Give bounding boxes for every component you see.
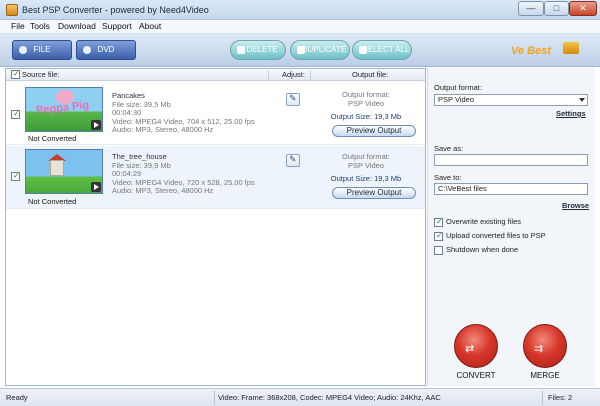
shutdown-label: Shutdown when done bbox=[446, 245, 519, 254]
output-format-selected: PSP Video bbox=[438, 95, 475, 104]
output-format-label: Output format: bbox=[434, 83, 482, 92]
upload-psp-option[interactable]: Upload converted files to PSP bbox=[434, 231, 546, 241]
conversion-status: Not Converted bbox=[28, 134, 77, 143]
output-format-select[interactable]: PSP Video bbox=[434, 94, 588, 106]
adjust-button[interactable] bbox=[286, 154, 300, 167]
save-to-label: Save to: bbox=[434, 173, 462, 182]
title-bar: Best PSP Converter - powered by Need4Vid… bbox=[0, 0, 600, 20]
file-row[interactable]: Not Converted The_tree_house File size: … bbox=[6, 146, 425, 209]
status-media-info: Video: Frame: 368x208, Codec: MPEG4 Vide… bbox=[218, 393, 441, 402]
save-to-input[interactable]: C:\VeBest files bbox=[434, 183, 588, 195]
upload-psp-checkbox[interactable] bbox=[434, 231, 443, 241]
file-meta: The_tree_house File size: 39,9 Mb 00:04:… bbox=[112, 152, 255, 196]
menu-download[interactable]: Download bbox=[56, 21, 98, 31]
dvd-icon bbox=[83, 46, 91, 54]
file-row[interactable]: Peppa Pig Not Converted Pancakes File si… bbox=[6, 82, 425, 145]
settings-panel: Output format: PSP Video Settings Save a… bbox=[427, 68, 595, 386]
menu-support[interactable]: Support bbox=[100, 21, 134, 31]
overwrite-option[interactable]: Overwrite existing files bbox=[434, 217, 521, 227]
menu-bar: File Tools Download Support About bbox=[0, 20, 600, 34]
convert-label: CONVERT bbox=[456, 371, 496, 380]
output-size: Output Size: 19,3 Mb bbox=[330, 112, 402, 121]
browse-link[interactable]: Browse bbox=[562, 201, 589, 210]
select-all-button[interactable]: SELECT ALL bbox=[352, 40, 412, 60]
upload-psp-label: Upload converted files to PSP bbox=[446, 231, 546, 240]
overwrite-checkbox[interactable] bbox=[434, 217, 443, 227]
logo-mark-icon bbox=[563, 42, 579, 54]
file-list: Source file: Adjust: Output file: Peppa … bbox=[5, 68, 426, 386]
thumbnail-title-art: Peppa Pig bbox=[35, 99, 90, 117]
status-separator bbox=[214, 391, 215, 405]
maximize-button[interactable]: □ bbox=[544, 1, 569, 16]
thumbnail-house bbox=[50, 160, 64, 176]
menu-about[interactable]: About bbox=[137, 21, 163, 31]
header-separator bbox=[268, 70, 269, 80]
file-icon bbox=[19, 46, 27, 54]
merge-arrows-icon: ⇉ bbox=[534, 343, 543, 355]
file-audio-info: Audio: MP3, Stereo, 48000 Hz bbox=[112, 125, 214, 134]
window-title: Best PSP Converter - powered by Need4Vid… bbox=[22, 5, 209, 15]
close-button[interactable]: ✕ bbox=[569, 1, 597, 16]
header-output: Output file: bbox=[352, 70, 389, 79]
add-file-button[interactable]: FILE bbox=[12, 40, 72, 60]
shutdown-checkbox[interactable] bbox=[434, 245, 443, 255]
select-all-icon bbox=[359, 46, 367, 54]
merge-button[interactable]: ⇉ bbox=[523, 324, 567, 368]
add-dvd-button[interactable]: DVD bbox=[76, 40, 136, 60]
merge-label: MERGE bbox=[530, 371, 560, 380]
file-meta: Pancakes File size: 39,5 Mb 00:04:30 Vid… bbox=[112, 91, 255, 135]
shutdown-option[interactable]: Shutdown when done bbox=[434, 245, 518, 255]
header-source: Source file: bbox=[22, 70, 60, 79]
header-adjust: Adjust: bbox=[282, 70, 305, 79]
play-icon[interactable] bbox=[91, 182, 101, 192]
output-format-info: Output format: PSP Video bbox=[316, 152, 416, 170]
status-separator bbox=[542, 391, 543, 405]
menu-file[interactable]: File bbox=[9, 21, 27, 31]
video-thumbnail[interactable]: Peppa Pig bbox=[25, 87, 103, 132]
status-bar: Ready Video: Frame: 368x208, Codec: MPEG… bbox=[0, 388, 600, 406]
select-all-checkbox[interactable] bbox=[11, 69, 20, 79]
vebest-logo: Ve Best bbox=[503, 40, 583, 62]
overwrite-label: Overwrite existing files bbox=[446, 217, 522, 226]
video-thumbnail[interactable] bbox=[25, 149, 103, 194]
output-format-value: PSP Video bbox=[347, 160, 384, 170]
app-icon bbox=[6, 4, 18, 16]
convert-arrows-icon: ⇄ bbox=[465, 343, 474, 355]
header-separator bbox=[310, 70, 311, 80]
status-file-count: Files: 2 bbox=[548, 393, 573, 402]
adjust-button[interactable] bbox=[286, 93, 300, 106]
convert-button[interactable]: ⇄ bbox=[454, 324, 498, 368]
row-checkbox[interactable] bbox=[11, 171, 20, 181]
delete-button[interactable]: DELETE bbox=[230, 40, 286, 60]
row-checkbox[interactable] bbox=[11, 109, 20, 119]
preview-output-button[interactable]: Preview Output bbox=[332, 187, 416, 199]
output-format-info: Output format: PSP Video bbox=[316, 90, 416, 108]
settings-link[interactable]: Settings bbox=[556, 109, 586, 118]
file-audio-info: Audio: MP3, Stereo, 48000 Hz bbox=[112, 186, 214, 195]
play-icon[interactable] bbox=[91, 120, 101, 130]
minimize-button[interactable]: — bbox=[518, 1, 544, 16]
chevron-down-icon bbox=[579, 98, 585, 102]
logo-text: Ve Best bbox=[511, 45, 551, 57]
duplicate-button[interactable]: DUPLICATE bbox=[290, 40, 350, 60]
output-size: Output Size: 19,3 Mb bbox=[330, 174, 402, 183]
status-ready: Ready bbox=[6, 393, 28, 402]
duplicate-icon bbox=[297, 46, 305, 54]
save-as-input[interactable] bbox=[434, 154, 588, 166]
list-header: Source file: Adjust: Output file: bbox=[6, 69, 425, 81]
preview-output-button[interactable]: Preview Output bbox=[332, 125, 416, 137]
toolbar: FILE DVD DELETE DUPLICATE SELECT ALL Ve … bbox=[0, 34, 600, 67]
save-as-label: Save as: bbox=[434, 144, 464, 153]
menu-tools[interactable]: Tools bbox=[28, 21, 52, 31]
conversion-status: Not Converted bbox=[28, 197, 77, 206]
output-format-value: PSP Video bbox=[347, 98, 384, 108]
delete-icon bbox=[237, 46, 245, 54]
